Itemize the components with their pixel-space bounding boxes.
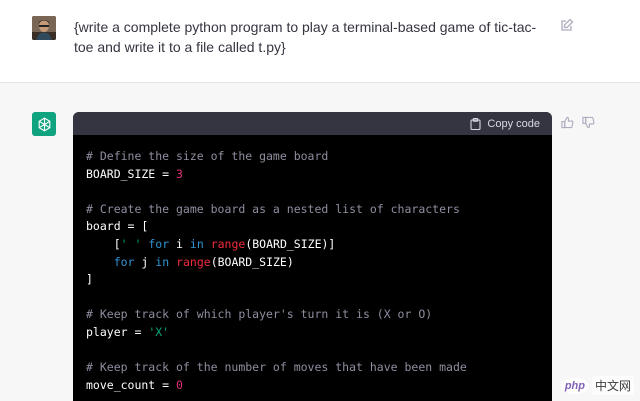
code-token: for xyxy=(148,236,170,251)
clipboard-icon xyxy=(470,117,481,130)
code-token: player = xyxy=(86,324,149,339)
watermark-text: 中文网 xyxy=(591,376,634,395)
code-token: board = [ xyxy=(86,219,149,234)
code-line: # Keep track of which player's turn it i… xyxy=(86,306,552,324)
code-line: ] xyxy=(86,271,552,289)
code-line: # Keep track of the number of moves that… xyxy=(86,359,552,377)
thumbs-down-icon[interactable] xyxy=(582,116,595,129)
code-token: range xyxy=(176,254,211,269)
code-body: # Define the size of the game board BOARD… xyxy=(73,135,552,394)
code-line: for j in range(BOARD_SIZE) xyxy=(86,254,552,272)
code-line: BOARD_SIZE = 3 xyxy=(86,166,552,184)
code-block: Copy code # Define the size of the game … xyxy=(73,112,552,401)
code-line: move_count = 0 xyxy=(86,377,552,395)
code-token: in xyxy=(155,254,170,269)
code-line: player = 'X' xyxy=(86,324,552,342)
code-token: in xyxy=(189,236,204,251)
user-message: {write a complete python program to play… xyxy=(0,0,640,83)
copy-code-button[interactable]: Copy code xyxy=(470,116,540,131)
openai-logo-icon xyxy=(32,112,56,136)
code-token: ' ' xyxy=(120,236,142,251)
code-token: move_count = xyxy=(86,377,177,392)
edit-icon[interactable] xyxy=(560,18,574,32)
code-header: Copy code xyxy=(73,112,552,135)
code-token: i xyxy=(169,236,190,251)
code-token: # Keep track of the number of moves that… xyxy=(86,360,467,375)
copy-code-label: Copy code xyxy=(487,117,540,130)
thumbs-up-icon[interactable] xyxy=(561,116,574,129)
code-token: [ xyxy=(86,236,121,251)
code-token: # Define the size of the game board xyxy=(86,149,329,163)
code-line: # Create the game board as a nested list… xyxy=(86,201,552,219)
code-token: for xyxy=(113,254,135,269)
code-line: [' ' for i in range(BOARD_SIZE)] xyxy=(86,236,552,254)
code-token: range xyxy=(210,236,246,251)
code-token: 'X' xyxy=(148,324,170,339)
assistant-message: Copy code # Define the size of the game … xyxy=(0,84,640,401)
code-line: # Define the size of the game board xyxy=(86,148,552,166)
watermark: php 中文网 xyxy=(560,376,634,395)
code-token: (BOARD_SIZE) xyxy=(210,254,294,269)
code-token: 0 xyxy=(176,377,183,392)
code-line: board = [ xyxy=(86,218,552,236)
user-message-text: {write a complete python program to play… xyxy=(74,19,537,55)
code-token: # Create the game board as a nested list… xyxy=(86,201,460,216)
code-token: 3 xyxy=(176,166,183,181)
code-token: ] xyxy=(86,272,93,287)
code-token: BOARD_SIZE = xyxy=(86,166,177,181)
code-token: j xyxy=(134,254,156,269)
user-avatar xyxy=(32,16,56,40)
code-token: (BOARD_SIZE)] xyxy=(245,236,336,251)
code-token: # Keep track of which player's turn it i… xyxy=(86,307,433,322)
watermark-logo: php xyxy=(560,377,589,394)
